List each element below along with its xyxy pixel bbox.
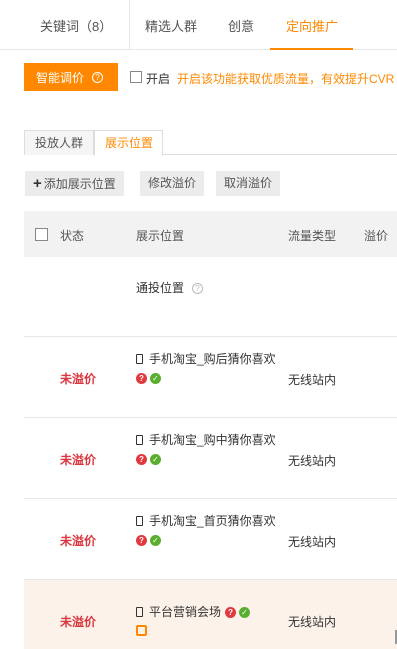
tab-display-position[interactable]: 展示位置 xyxy=(94,130,163,156)
tab-keywords[interactable]: 关键词（8） xyxy=(40,16,112,35)
tab-targeting[interactable]: 定向推广 xyxy=(286,16,338,35)
traffic-type: 无线站内 xyxy=(288,615,337,629)
traffic-type: 无线站内 xyxy=(288,373,337,387)
header-premium: 溢价 xyxy=(364,229,389,243)
check-icon: ✓ xyxy=(239,607,251,619)
position-icons: ? ✓ xyxy=(136,371,161,385)
status-badge: 未溢价 xyxy=(60,453,97,467)
status-badge: 未溢价 xyxy=(60,615,97,629)
position-name: 平台营销会场? ✓ xyxy=(136,603,251,620)
phone-icon xyxy=(136,354,143,364)
table-row: 未溢价 手机淘宝_购中猜你喜欢 ? ✓ 无线站内 xyxy=(24,418,397,499)
smart-bid-button[interactable]: 智能调价 ? xyxy=(24,63,118,91)
check-icon: ✓ xyxy=(150,535,161,547)
status-badge: 未溢价 xyxy=(60,534,97,548)
table-header: 状态 展示位置 流量类型 溢价 xyxy=(24,211,397,257)
enable-checkbox[interactable] xyxy=(130,71,142,83)
smart-bid-label: 智能调价 xyxy=(36,70,85,85)
enable-hint: 开启该功能获取优质流量，有效提升CVR xyxy=(177,72,395,86)
warning-icon[interactable]: ? xyxy=(136,535,147,547)
add-position-button[interactable]: + 添加展示位置 xyxy=(25,171,124,196)
enable-label: 开启 xyxy=(146,72,171,86)
position-icons: ? ✓ xyxy=(136,533,161,547)
top-tab-bar: 关键词（8） 精选人群 创意 定向推广 xyxy=(0,0,397,50)
traffic-type: 无线站内 xyxy=(288,535,337,549)
select-all-checkbox[interactable] xyxy=(35,228,48,241)
tab-divider xyxy=(129,0,130,50)
sub-tab-bar: 投放人群 展示位置 xyxy=(24,130,397,156)
header-status: 状态 xyxy=(60,229,85,243)
check-icon: ✓ xyxy=(150,373,161,385)
phone-icon xyxy=(136,607,143,617)
warning-icon[interactable]: ? xyxy=(136,373,147,385)
tab-creative[interactable]: 创意 xyxy=(228,16,254,35)
position-icons: ? ✓ xyxy=(136,452,161,466)
tab-crowd[interactable]: 精选人群 xyxy=(145,16,197,35)
edit-premium-button[interactable]: 修改溢价 xyxy=(140,171,205,196)
position-icons xyxy=(136,623,147,637)
check-icon: ✓ xyxy=(150,454,161,466)
phone-icon xyxy=(136,435,143,445)
plus-icon: + xyxy=(33,175,42,192)
position-name: 手机淘宝_购中猜你喜欢 xyxy=(136,431,276,448)
cancel-premium-button[interactable]: 取消溢价 xyxy=(216,171,281,196)
phone-icon xyxy=(136,516,143,526)
header-position: 展示位置 xyxy=(136,229,185,243)
question-icon[interactable]: ? xyxy=(92,71,104,83)
position-name: 手机淘宝_首页猜你喜欢 xyxy=(136,512,276,529)
help-icon[interactable]: ? xyxy=(192,283,204,295)
warning-icon[interactable]: ? xyxy=(225,607,237,619)
position-name: 通投位置? xyxy=(136,279,204,296)
table-row: 未溢价 手机淘宝_首页猜你喜欢 ? ✓ 无线站内 xyxy=(24,499,397,580)
warning-icon[interactable]: ? xyxy=(136,454,147,466)
tab-target-crowd[interactable]: 投放人群 xyxy=(24,130,94,155)
add-position-label: 添加展示位置 xyxy=(43,177,116,191)
position-name: 手机淘宝_购后猜你喜欢 xyxy=(136,350,276,367)
table-row: 未溢价 平台营销会场? ✓ 无线站内 xyxy=(24,580,397,649)
activity-icon xyxy=(136,625,147,637)
traffic-type: 无线站内 xyxy=(288,454,337,468)
status-badge: 未溢价 xyxy=(60,372,97,386)
active-tab-underline xyxy=(270,48,353,50)
table-row: 未溢价 手机淘宝_购后猜你喜欢 ? ✓ 无线站内 xyxy=(24,337,397,418)
header-traffic: 流量类型 xyxy=(288,229,337,243)
table-row: 通投位置? xyxy=(24,257,397,337)
